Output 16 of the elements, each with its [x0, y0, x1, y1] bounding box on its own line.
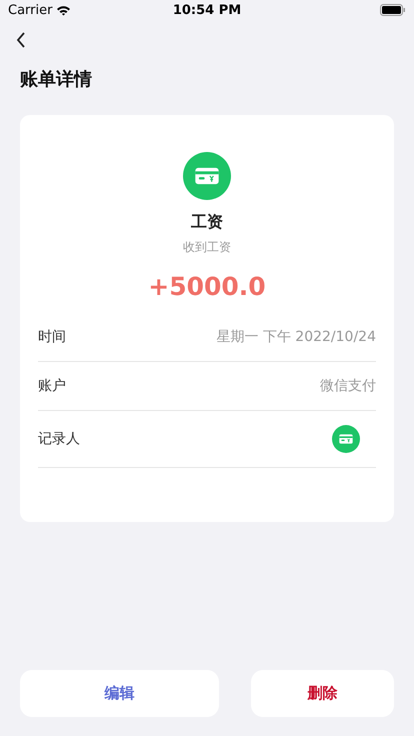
clock-time: 10:54 PM [172, 3, 242, 18]
row-label: 账户 [38, 377, 66, 395]
page-title: 账单详情 [20, 68, 92, 91]
row-value: 微信支付 [320, 377, 376, 395]
category-title: 工资 [191, 212, 223, 233]
recorder-avatar-icon [332, 425, 360, 453]
row-label: 记录人 [38, 430, 80, 448]
battery-icon [380, 4, 406, 16]
row-label: 时间 [38, 328, 66, 346]
card-icon [183, 152, 231, 200]
delete-button[interactable]: 删除 [251, 670, 394, 717]
category-note: 收到工资 [183, 239, 231, 256]
row-value: 星期一 下午 2022/10/24 [216, 328, 376, 346]
carrier-label: Carrier [8, 2, 52, 18]
wifi-icon [56, 4, 72, 16]
amount: +5000.0 [148, 272, 266, 301]
